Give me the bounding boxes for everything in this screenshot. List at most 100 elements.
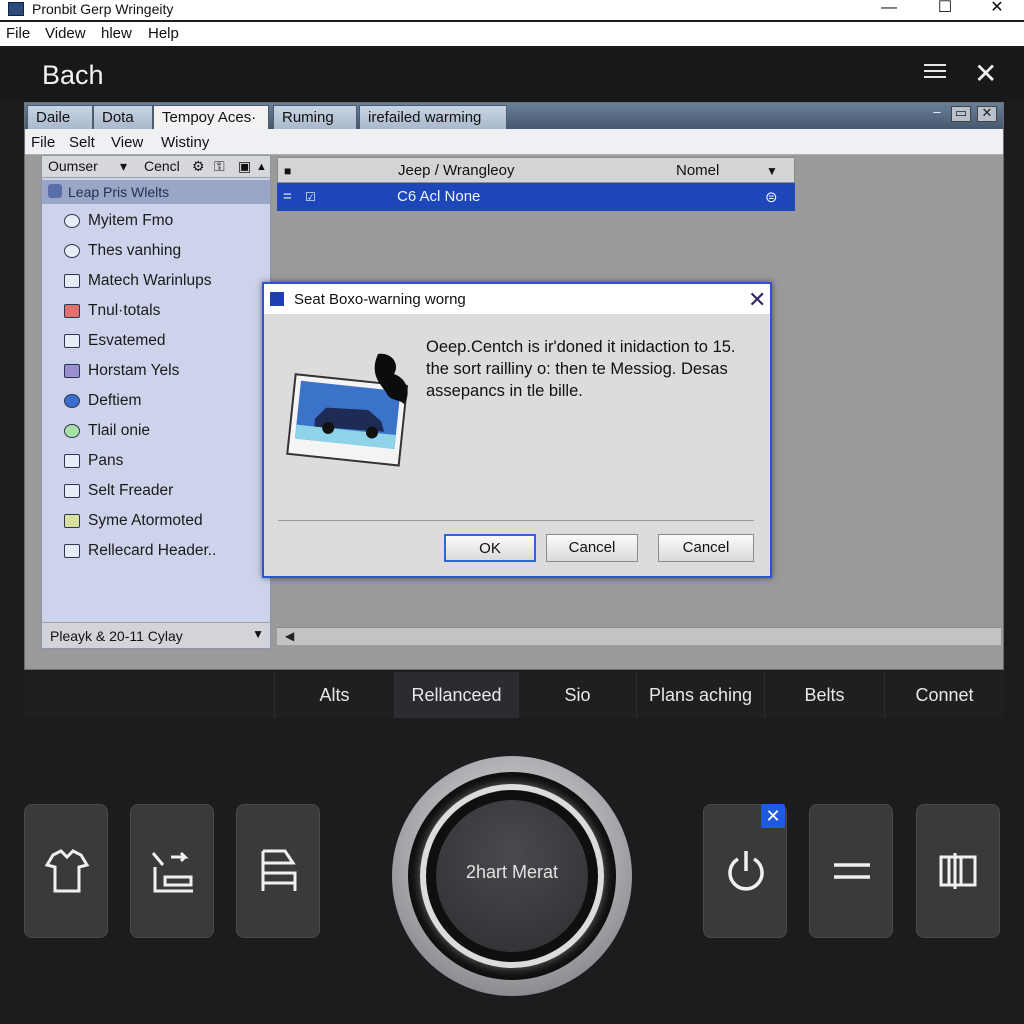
close-button[interactable]: ✕ <box>974 0 1020 20</box>
nav-sio[interactable]: Sio <box>518 672 636 718</box>
horizontal-scrollbar[interactable]: ◀ <box>277 627 1001 645</box>
hamburger-menu-icon[interactable] <box>924 64 946 82</box>
cancel-button-secondary[interactable]: Cancel <box>658 534 754 562</box>
bottom-nav-bar: Alts Rellanceed Sio Plans aching Belts C… <box>24 672 1004 718</box>
nav-belts[interactable]: Belts <box>764 672 884 718</box>
list-item[interactable]: Horstam Yels <box>64 358 264 384</box>
seat-recline-tile-button[interactable] <box>130 804 214 938</box>
inner-minimize-button[interactable]: – <box>927 105 947 122</box>
seat-tile-button[interactable] <box>236 804 320 938</box>
nav-rellanceed[interactable]: Rellanceed <box>394 672 518 718</box>
nav-alts[interactable]: Alts <box>274 672 394 718</box>
column-header-jeep[interactable]: Jeep / Wrangleoy <box>398 162 514 179</box>
select-column-icon[interactable]: ■ <box>284 164 291 178</box>
left-panel-footer-dropdown[interactable]: Pleayk & 20-11 Cylay ▼ <box>42 622 270 648</box>
window-titlebar: Pronbit Gerp Wringeity — ☐ ✕ <box>0 0 1024 20</box>
list-item[interactable]: Tlail onie <box>64 418 264 444</box>
menu-view[interactable]: Videw <box>45 25 86 42</box>
list-item-label: Esvatemed <box>88 332 166 349</box>
shirt-icon <box>44 849 90 893</box>
pin-icon <box>64 424 80 438</box>
scroll-left-icon[interactable]: ◀ <box>285 629 294 643</box>
list-item[interactable]: Pans <box>64 448 264 474</box>
list-item-label: Horstam Yels <box>88 362 180 379</box>
close-badge-icon[interactable]: ✕ <box>761 804 785 828</box>
car-icon[interactable]: ▣ <box>238 158 251 175</box>
list-item[interactable]: Myitem Fmo <box>64 208 264 234</box>
ok-button[interactable]: OK <box>444 534 536 562</box>
inner-tab-bar: Daile Dota Tempoy Aces· Ruming irefailed… <box>25 103 1003 129</box>
maximize-button[interactable]: ☐ <box>922 0 968 20</box>
lock-icon[interactable]: ⚿ <box>214 158 225 175</box>
inner-menu-wistiny[interactable]: Wistiny <box>161 134 209 151</box>
left-panel: Oumser ▾ Cencl ⚙ ⚿ ▣ ▲ Leap Pris Wlelts … <box>41 155 271 649</box>
minimize-button[interactable]: — <box>866 0 912 20</box>
group-label: Leap Pris Wlelts <box>68 184 170 200</box>
row-expander-icon[interactable]: = <box>283 188 292 205</box>
folder-icon <box>64 454 80 468</box>
tab-ruming[interactable]: Ruming <box>273 105 357 129</box>
seat-recline-icon <box>151 851 193 893</box>
car-photo-icon <box>286 353 409 467</box>
list-item[interactable]: Rellecard Header.. <box>64 538 264 564</box>
group-icon <box>48 184 62 198</box>
menu-window[interactable]: hlew <box>101 25 132 42</box>
cancel-button[interactable]: Cancel <box>546 534 638 562</box>
equals-tile-button[interactable] <box>809 804 893 938</box>
menu-help[interactable]: Help <box>148 25 179 42</box>
row-name: C6 Acl None <box>397 188 481 205</box>
column-header-nomel[interactable]: Nomel <box>676 162 719 179</box>
inner-menu-file[interactable]: File <box>31 134 55 151</box>
column-header-cencl[interactable]: Cencl <box>144 158 180 174</box>
list-item[interactable]: Tnul·totals <box>64 298 264 324</box>
dialog-titlebar: Seat Boxo-warning worng ✕ <box>264 284 770 314</box>
scroll-up-icon[interactable]: ▲ <box>256 161 267 173</box>
table-row-selected[interactable]: = ☑ C6 Acl None ⊜ <box>277 183 795 211</box>
clock-icon <box>64 214 80 228</box>
nav-plans-aching[interactable]: Plans aching <box>636 672 764 718</box>
list-item-label: Pans <box>88 452 124 469</box>
chevron-down-icon[interactable]: ▼ <box>252 627 264 641</box>
row-link-icon[interactable]: ⊜ <box>765 188 778 206</box>
tree-group-header[interactable]: Leap Pris Wlelts <box>42 180 270 204</box>
window-title: Pronbit Gerp Wringeity <box>32 1 174 17</box>
inner-maximize-button[interactable]: ▭ <box>951 106 971 122</box>
list-item[interactable]: Syme Atormoted <box>64 508 264 534</box>
tab-irefailed-warming[interactable]: irefailed warming <box>359 105 507 129</box>
power-icon <box>728 851 764 891</box>
list-item[interactable]: Selt Freader <box>64 478 264 504</box>
dialog-message: Oeep.Centch is ir'doned it inidaction to… <box>426 338 736 400</box>
sort-arrow-icon[interactable]: ▾ <box>120 158 127 175</box>
inner-menubar: File Selt View Wistiny <box>25 129 1003 155</box>
window-icon <box>64 334 80 348</box>
globe-icon <box>64 394 80 408</box>
settings-icon[interactable]: ⚙ <box>192 158 205 175</box>
dialog-close-icon[interactable]: ✕ <box>748 287 766 313</box>
list-item-label: Deftiem <box>88 392 142 409</box>
column-dropdown-icon[interactable]: ▼ <box>766 164 778 178</box>
nav-connet[interactable]: Connet <box>884 672 1004 718</box>
column-header-oumser[interactable]: Oumser <box>48 158 98 174</box>
app-close-icon[interactable]: ✕ <box>974 60 997 88</box>
inner-close-button[interactable]: ✕ <box>977 106 997 122</box>
tab-daile[interactable]: Daile <box>27 105 93 129</box>
menu-file[interactable]: File <box>6 25 30 42</box>
list-item-label: Matech Warinlups <box>88 272 212 289</box>
tab-tempoy-aces[interactable]: Tempoy Aces· <box>153 105 269 129</box>
app-icon <box>8 2 24 16</box>
dialog-title: Seat Boxo-warning worng <box>294 291 466 308</box>
row-checkbox-icon[interactable]: ☑ <box>305 190 316 204</box>
inner-menu-view[interactable]: View <box>111 134 143 151</box>
list-item[interactable]: Thes vanhing <box>64 238 264 264</box>
door-tile-button[interactable] <box>916 804 1000 938</box>
inner-menu-selt[interactable]: Selt <box>69 134 95 151</box>
door-icon <box>939 853 977 889</box>
list-header: ■ Jeep / Wrangleoy Nomel ▼ <box>277 157 795 183</box>
footer-label: Pleayk & 20-11 Cylay <box>50 628 183 644</box>
shirt-tile-button[interactable] <box>24 804 108 938</box>
grid-icon <box>64 514 80 528</box>
list-item[interactable]: Esvatemed <box>64 328 264 354</box>
list-item[interactable]: Matech Warinlups <box>64 268 264 294</box>
tab-dota[interactable]: Dota <box>93 105 153 129</box>
list-item[interactable]: Deftiem <box>64 388 264 414</box>
